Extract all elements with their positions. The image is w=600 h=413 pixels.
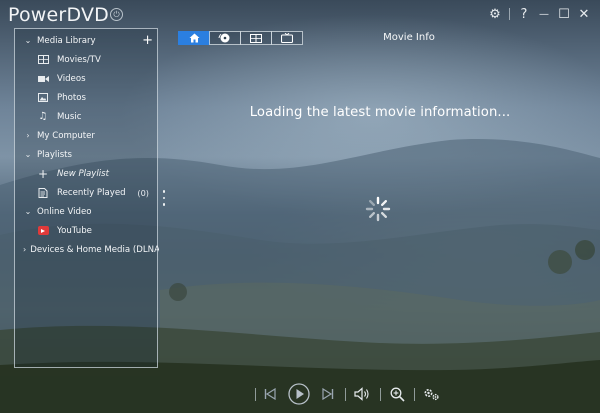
tab-film-strip[interactable]: [240, 31, 272, 45]
plus-icon: +: [37, 166, 49, 181]
panel-title: Movie Info: [383, 32, 435, 43]
sidebar-panel: ⌄ Media Library + Movies/TV Videos Photo…: [14, 28, 159, 368]
separator: [414, 388, 415, 401]
photo-icon: [37, 93, 49, 103]
close-button[interactable]: ✕: [574, 5, 594, 23]
power-badge-icon[interactable]: ⏻: [110, 8, 123, 21]
window-controls: ⚙ ? — ☐ ✕: [485, 5, 594, 23]
settings-gear-icon[interactable]: ⚙: [485, 5, 505, 23]
disc-icon: [218, 33, 230, 43]
sidebar-item-label: Photos: [57, 92, 86, 103]
sidebar-item-new-playlist[interactable]: + New Playlist: [37, 164, 159, 183]
film-icon: [37, 55, 49, 65]
speaker-icon: [354, 387, 369, 401]
sidebar-item-label: Videos: [57, 73, 86, 84]
play-icon: [288, 383, 310, 405]
home-icon: [189, 33, 199, 43]
separator: [345, 388, 346, 401]
skip-previous-icon: [264, 388, 276, 400]
sidebar-resize-handle[interactable]: [162, 190, 166, 206]
gears-icon: [423, 388, 439, 401]
chevron-right-icon: ›: [23, 245, 27, 254]
sidebar-item-label: Recently Played: [57, 187, 126, 198]
view-tabs: [178, 31, 303, 45]
sidebar-item-my-computer[interactable]: › My Computer: [15, 126, 159, 145]
loading-spinner-icon: [365, 196, 391, 222]
sidebar-item-label: Music: [57, 111, 82, 122]
sidebar-item-label: My Computer: [37, 130, 95, 141]
recent-list-icon: [37, 187, 49, 198]
sidebar-item-media-library[interactable]: ⌄ Media Library +: [15, 31, 159, 50]
sidebar-item-label: Online Video: [37, 206, 92, 217]
sidebar-item-devices-home-media[interactable]: › Devices & Home Media (DLNA): [15, 240, 159, 259]
chevron-down-icon: ⌄: [24, 36, 32, 45]
music-note-icon: ♫: [38, 111, 48, 122]
next-button[interactable]: [320, 382, 336, 406]
recently-played-count: (0): [137, 187, 149, 198]
sidebar-item-label: Devices & Home Media (DLNA): [30, 244, 159, 255]
add-media-button[interactable]: +: [142, 34, 153, 47]
previous-button[interactable]: [262, 382, 278, 406]
tab-tv[interactable]: [271, 31, 303, 45]
video-camera-icon: [37, 74, 49, 84]
chevron-down-icon: ⌄: [24, 207, 32, 216]
zoom-button[interactable]: [388, 382, 406, 406]
sidebar-item-youtube[interactable]: YouTube: [37, 221, 159, 240]
sidebar-item-playlists[interactable]: ⌄ Playlists: [15, 145, 159, 164]
help-icon[interactable]: ?: [514, 5, 534, 23]
film-strip-icon: [250, 33, 262, 43]
playback-settings-button[interactable]: [422, 382, 440, 406]
chevron-down-icon: ⌄: [24, 150, 32, 159]
separator: [255, 388, 256, 401]
skip-next-icon: [322, 388, 334, 400]
app-title: PowerDVD: [8, 4, 109, 26]
sidebar-item-online-video[interactable]: ⌄ Online Video: [15, 202, 159, 221]
sidebar-item-label: Movies/TV: [57, 54, 101, 65]
loading-message: Loading the latest movie information...: [249, 105, 511, 120]
sidebar-item-recently-played[interactable]: Recently Played (0): [37, 183, 159, 202]
minimize-button[interactable]: —: [534, 5, 554, 23]
sidebar-item-label: YouTube: [57, 225, 92, 236]
tab-disc[interactable]: [209, 31, 241, 45]
sidebar-item-videos[interactable]: Videos: [37, 69, 159, 88]
sidebar-item-label: New Playlist: [57, 168, 110, 179]
playback-control-bar: [0, 378, 600, 413]
tv-icon: [281, 33, 293, 43]
sidebar-item-music[interactable]: ♫ Music: [37, 107, 159, 126]
tab-home[interactable]: [178, 31, 210, 45]
maximize-button[interactable]: ☐: [554, 5, 574, 23]
zoom-in-icon: [390, 387, 405, 402]
title-bar: PowerDVD ⏻ ⚙ ? — ☐ ✕: [0, 0, 600, 30]
separator: [509, 8, 510, 20]
separator: [380, 388, 381, 401]
youtube-icon: [37, 226, 49, 236]
chevron-right-icon: ›: [26, 131, 30, 140]
sidebar-item-label: Media Library: [37, 35, 96, 46]
sidebar-item-label: Playlists: [37, 149, 73, 160]
volume-button[interactable]: [353, 382, 371, 406]
sidebar-item-movies-tv[interactable]: Movies/TV: [37, 50, 159, 69]
sidebar-item-photos[interactable]: Photos: [37, 88, 159, 107]
play-button[interactable]: [287, 382, 311, 406]
